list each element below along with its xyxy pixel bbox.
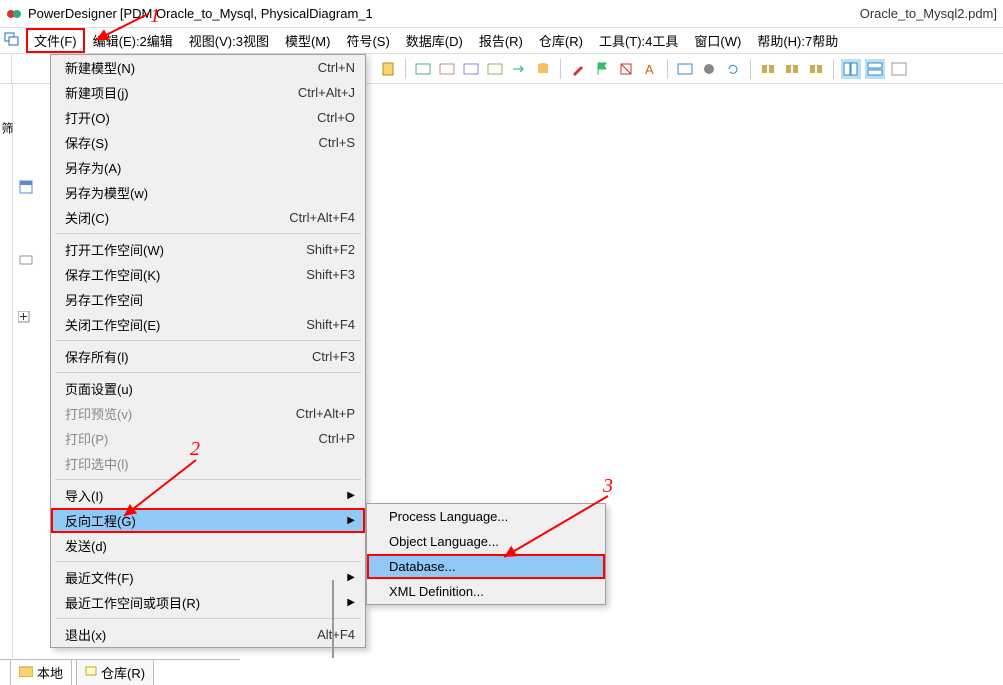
file-dropdown: 新建模型(N)Ctrl+N 新建项目(j)Ctrl+Alt+J 打开(O)Ctr… (50, 54, 366, 648)
submenu-xml-definition[interactable]: XML Definition... (367, 579, 605, 604)
menubar: 文件(F) 编辑(E):2编辑 视图(V):3视图 模型(M) 符号(S) 数据… (0, 28, 1003, 54)
toolbar-delete-icon[interactable] (616, 59, 636, 79)
toolbar-arrow-icon[interactable] (509, 59, 529, 79)
bottom-tabbar: 本地 仓库(R) (0, 659, 240, 685)
chevron-right-icon: ▶ (347, 490, 355, 501)
toolbar-flag-icon[interactable] (592, 59, 612, 79)
menu-save-workspace[interactable]: 保存工作空间(K)Shift+F3 (51, 262, 365, 287)
toolbar-pen-icon[interactable] (568, 59, 588, 79)
menu-open-workspace[interactable]: 打开工作空间(W)Shift+F2 (51, 237, 365, 262)
window-icon (4, 32, 20, 49)
svg-text:A: A (645, 62, 654, 77)
menu-recent-files[interactable]: 最近文件(F)▶ (51, 565, 365, 590)
submenu-process-language[interactable]: Process Language... (367, 504, 605, 529)
toolbar-table1-icon[interactable] (413, 59, 433, 79)
database-icon (85, 664, 97, 681)
tree-folder-icon[interactable] (18, 251, 34, 267)
toolbar-link2-icon[interactable] (782, 59, 802, 79)
toolbar-panel1-icon[interactable] (841, 59, 861, 79)
menu-new-project[interactable]: 新建项目(j)Ctrl+Alt+J (51, 80, 365, 105)
toolbar-paste-icon[interactable] (378, 59, 398, 79)
menu-send[interactable]: 发送(d) (51, 533, 365, 558)
left-sidebar-strip[interactable]: 筛 (0, 84, 13, 658)
menu-exit[interactable]: 退出(x)Alt+F4 (51, 622, 365, 647)
menu-close[interactable]: 关闭(C)Ctrl+Alt+F4 (51, 205, 365, 230)
menu-separator (55, 340, 361, 341)
submenu-database[interactable]: Database... (367, 554, 605, 579)
toolbar-gear-icon[interactable] (699, 59, 719, 79)
menu-print-preview[interactable]: 打印预览(v)Ctrl+Alt+P (51, 401, 365, 426)
title-app: PowerDesigner (28, 6, 117, 21)
menu-save-as-model[interactable]: 另存为模型(w) (51, 180, 365, 205)
menu-save-all[interactable]: 保存所有(l)Ctrl+F3 (51, 344, 365, 369)
menu-save-workspace-as[interactable]: 另存工作空间 (51, 287, 365, 312)
menu-close-workspace[interactable]: 关闭工作空间(E)Shift+F4 (51, 312, 365, 337)
menu-import[interactable]: 导入(I)▶ (51, 483, 365, 508)
tree-db-icon[interactable] (18, 179, 34, 195)
menu-print[interactable]: 打印(P)Ctrl+P (51, 426, 365, 451)
toolbar-panel2-icon[interactable] (865, 59, 885, 79)
toolbar-sql-icon[interactable] (675, 59, 695, 79)
tree-plus-icon[interactable] (18, 311, 34, 327)
submenu-object-language[interactable]: Object Language... (367, 529, 605, 554)
titlebar: PowerDesigner [PDM Oracle_to_Mysql, Phys… (0, 0, 1003, 28)
menu-symbol[interactable]: 符号(S) (338, 28, 397, 53)
menu-edit[interactable]: 编辑(E):2编辑 (85, 28, 181, 53)
menu-separator (55, 479, 361, 480)
menu-separator (55, 233, 361, 234)
pane-divider[interactable] (332, 580, 334, 658)
toolbar-link3-icon[interactable] (806, 59, 826, 79)
toolbar-refresh-icon[interactable] (723, 59, 743, 79)
bottom-tab-repository[interactable]: 仓库(R) (76, 659, 154, 685)
menu-open[interactable]: 打开(O)Ctrl+O (51, 105, 365, 130)
menu-separator (55, 618, 361, 619)
app-icon (6, 6, 22, 22)
menu-database[interactable]: 数据库(D) (398, 28, 471, 53)
toolbar-table2-icon[interactable] (437, 59, 457, 79)
menu-view[interactable]: 视图(V):3视图 (181, 28, 277, 53)
tree-icon-stack (18, 179, 34, 327)
menu-save[interactable]: 保存(S)Ctrl+S (51, 130, 365, 155)
chevron-right-icon: ▶ (347, 515, 355, 526)
menu-print-selection[interactable]: 打印选中(l) (51, 451, 365, 476)
menu-new-model[interactable]: 新建模型(N)Ctrl+N (51, 55, 365, 80)
menu-page-setup[interactable]: 页面设置(u) (51, 376, 365, 401)
menu-save-as[interactable]: 另存为(A) (51, 155, 365, 180)
chevron-right-icon: ▶ (347, 572, 355, 583)
toolbar-panel3-icon[interactable] (889, 59, 909, 79)
menu-window[interactable]: 窗口(W) (686, 28, 749, 53)
menu-report[interactable]: 报告(R) (471, 28, 531, 53)
menu-repository[interactable]: 仓库(R) (531, 28, 591, 53)
title-tail: Oracle_to_Mysql2.pdm] (860, 6, 997, 21)
menu-separator (55, 561, 361, 562)
left-tab-label: 筛 (0, 122, 16, 134)
menu-file[interactable]: 文件(F) (26, 28, 85, 53)
title-doc: [PDM Oracle_to_Mysql, PhysicalDiagram_1 (120, 6, 373, 21)
menu-model[interactable]: 模型(M) (277, 28, 339, 53)
menu-help[interactable]: 帮助(H):7帮助 (749, 28, 846, 53)
menu-recent-workspaces[interactable]: 最近工作空间或项目(R)▶ (51, 590, 365, 615)
toolbar-link-icon[interactable] (758, 59, 778, 79)
folder-icon (19, 665, 33, 680)
menu-reverse-engineer[interactable]: 反向工程(G)▶ (51, 508, 365, 533)
bottom-tab-local[interactable]: 本地 (10, 659, 72, 685)
toolbar-table4-icon[interactable] (485, 59, 505, 79)
toolbar-table3-icon[interactable] (461, 59, 481, 79)
chevron-right-icon: ▶ (347, 597, 355, 608)
toolbar-db-icon[interactable] (533, 59, 553, 79)
menu-separator (55, 372, 361, 373)
toolbar-text-a-icon[interactable]: A (640, 59, 660, 79)
menu-tools[interactable]: 工具(T):4工具 (591, 28, 686, 53)
reverse-engineer-submenu: Process Language... Object Language... D… (366, 503, 606, 605)
